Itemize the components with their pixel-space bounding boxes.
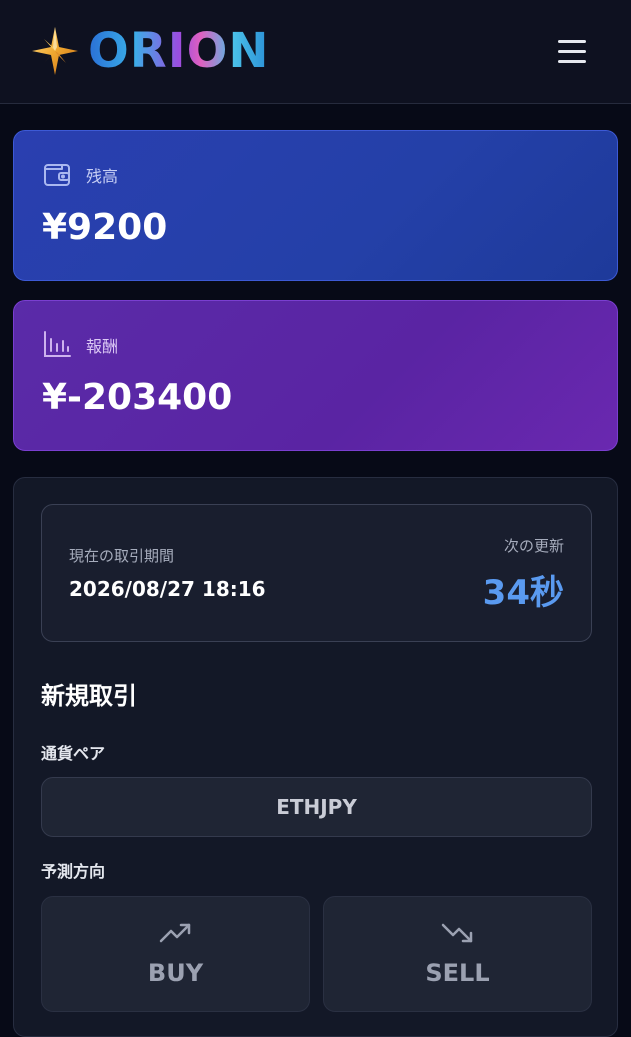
orion-logo[interactable]: ORION — [30, 25, 270, 77]
buy-button[interactable]: BUY — [41, 896, 310, 1012]
buy-label: BUY — [147, 959, 204, 987]
currency-pair-label: 通貨ペア — [41, 744, 106, 763]
trading-period-box: 現在の取引期間 2026/08/27 18:16 次の更新 34秒 — [41, 504, 592, 642]
new-trade-title: 新規取引 — [41, 682, 137, 710]
logo-text: ORION — [88, 23, 270, 79]
app-header: ORION — [0, 0, 631, 104]
sell-button[interactable]: SELL — [323, 896, 592, 1012]
hamburger-menu-icon[interactable] — [556, 38, 590, 66]
trade-panel: 現在の取引期間 2026/08/27 18:16 次の更新 34秒 新規取引 通… — [13, 477, 618, 1037]
direction-label: 予測方向 — [41, 862, 106, 881]
currency-pair-select[interactable]: ETHJPY — [41, 777, 592, 837]
trending-up-icon — [159, 923, 190, 943]
compass-star-icon — [32, 27, 78, 75]
reward-value: ¥-203400 — [42, 377, 233, 418]
wallet-icon — [44, 164, 70, 186]
next-update-label: 次の更新 — [503, 537, 564, 555]
balance-label: 残高 — [86, 167, 119, 186]
sell-label: SELL — [425, 959, 490, 987]
period-value: 2026/08/27 18:16 — [69, 577, 266, 601]
next-update-countdown: 34秒 — [482, 573, 564, 613]
reward-label: 報酬 — [86, 337, 119, 356]
balance-value: ¥9200 — [42, 207, 168, 248]
reward-card: 報酬 ¥-203400 — [13, 300, 618, 451]
trending-down-icon — [441, 923, 472, 943]
balance-card: 残高 ¥9200 — [13, 130, 618, 281]
period-label: 現在の取引期間 — [69, 547, 175, 565]
bar-chart-icon — [44, 331, 71, 357]
